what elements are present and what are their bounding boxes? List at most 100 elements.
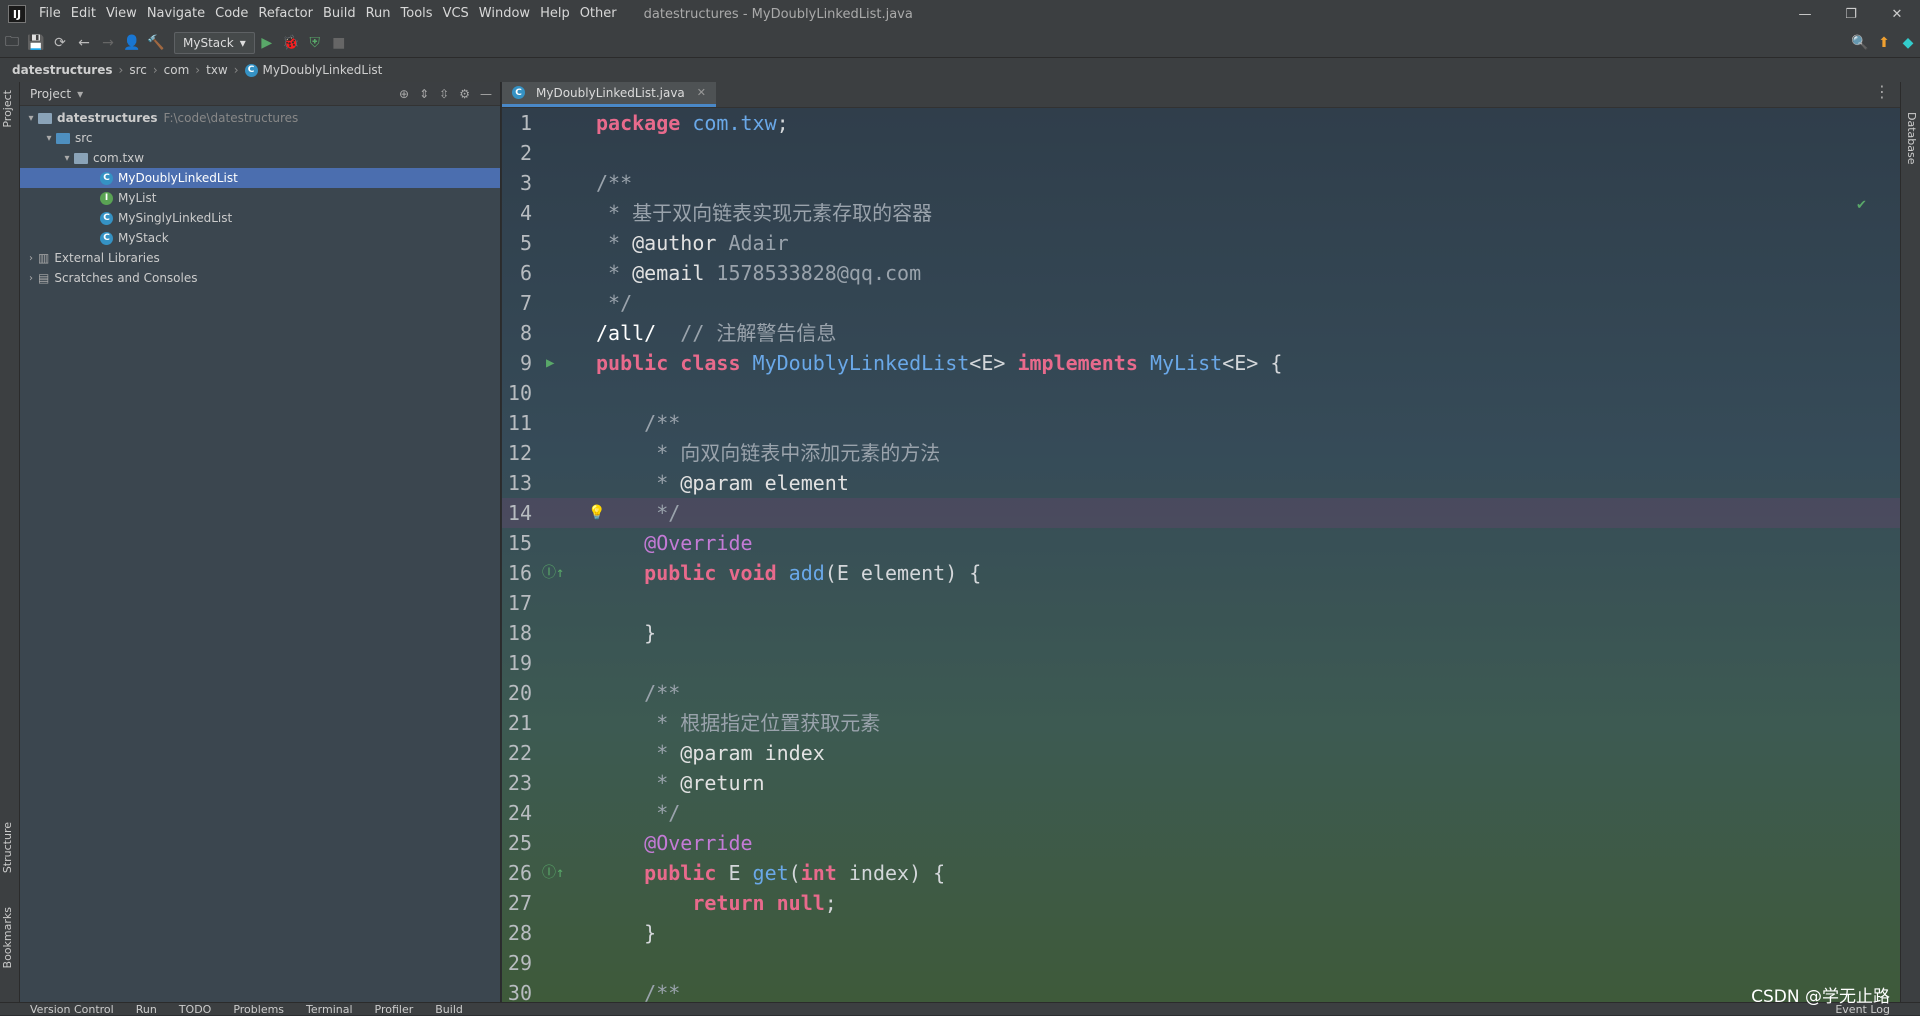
update-icon[interactable]: ⬆	[1872, 31, 1896, 55]
code-line: * @return	[596, 771, 765, 795]
tool-problems[interactable]: Problems	[233, 1003, 284, 1016]
menu-build[interactable]: Build	[318, 0, 361, 28]
code-line: /**	[596, 411, 681, 435]
user-icon[interactable]: 👤	[120, 31, 144, 55]
run-gutter-icon[interactable]: ▶	[546, 348, 554, 378]
line-number: 21	[507, 711, 532, 735]
tree-node-root[interactable]: ▾ datestructures F:\code\datestructures	[20, 108, 500, 128]
breadcrumb-src[interactable]: src	[129, 63, 147, 77]
breadcrumb-txw[interactable]: txw	[206, 63, 228, 77]
project-tree: ▾ datestructures F:\code\datestructures …	[20, 106, 500, 288]
tree-root-name: datestructures	[57, 111, 158, 125]
expand-arrow-icon[interactable]: ▾	[42, 133, 56, 144]
tool-build[interactable]: Build	[435, 1003, 463, 1016]
debug-icon[interactable]: 🐞	[279, 31, 303, 55]
line-number: 30	[507, 981, 532, 1002]
breadcrumb: datestructures › src › com › txw › C MyD…	[0, 58, 1920, 82]
line-number: 1	[519, 111, 532, 135]
code-line: */	[596, 291, 633, 315]
tool-version-control[interactable]: Version Control	[30, 1003, 114, 1016]
menu-refactor[interactable]: Refactor	[253, 0, 318, 28]
tree-node-package[interactable]: ▾ com.txw	[20, 148, 500, 168]
tool-tab-database[interactable]: Database	[1905, 112, 1918, 165]
line-number: 24	[507, 801, 532, 825]
tree-node-scratches[interactable]: › ▤ Scratches and Consoles	[20, 268, 500, 288]
expand-arrow-icon[interactable]: ▾	[60, 153, 74, 164]
line-number: 4	[519, 201, 532, 225]
more-icon[interactable]: ⋮	[1874, 82, 1900, 107]
plugin-icon[interactable]: ◆	[1896, 31, 1920, 55]
code-line: return null;	[596, 891, 837, 915]
breadcrumb-com[interactable]: com	[164, 63, 190, 77]
sync-icon[interactable]: ⟳	[48, 31, 72, 55]
gear-icon[interactable]: ⚙	[459, 87, 470, 101]
search-icon[interactable]: 🔍	[1848, 31, 1872, 55]
tree-node-src[interactable]: ▾ src	[20, 128, 500, 148]
hide-icon[interactable]: —	[480, 87, 492, 101]
menu-code[interactable]: Code	[210, 0, 253, 28]
menu-other[interactable]: Other	[575, 0, 622, 28]
editor-tab-mydoublylinkedlist[interactable]: C MyDoublyLinkedList.java ✕	[502, 82, 716, 107]
tool-terminal[interactable]: Terminal	[306, 1003, 353, 1016]
tree-node-external-libraries[interactable]: › ▥ External Libraries	[20, 248, 500, 268]
collapse-all-icon[interactable]: ⇳	[439, 87, 449, 101]
menu-run[interactable]: Run	[361, 0, 396, 28]
locate-icon[interactable]: ⊕	[399, 87, 409, 101]
menu-view[interactable]: View	[101, 0, 142, 28]
tool-tab-project[interactable]: Project	[1, 90, 14, 128]
line-number: 9	[519, 351, 532, 375]
forward-icon[interactable]: →	[96, 31, 120, 55]
tree-root-path: F:\code\datestructures	[163, 111, 299, 125]
main-toolbar: 🗀 💾 ⟳ ← → 👤 🔨 MyStack ▾ ▶ 🐞 ⛨ ■ 🔍 ⬆ ◆	[0, 28, 1920, 58]
menu-window[interactable]: Window	[474, 0, 535, 28]
tree-file-mystack[interactable]: C MyStack	[20, 228, 500, 248]
expand-all-icon[interactable]: ⇕	[419, 87, 429, 101]
code-line: * 基于双向链表实现元素存取的容器	[596, 201, 933, 225]
tree-file-mydoublylinkedlist[interactable]: C MyDoublyLinkedList	[20, 168, 500, 188]
expand-arrow-icon[interactable]: ›	[24, 253, 38, 264]
code-line: * 根据指定位置获取元素	[596, 711, 881, 735]
run-config-select[interactable]: MyStack ▾	[174, 31, 255, 54]
code-line: /**	[596, 681, 681, 705]
run-icon[interactable]: ▶	[255, 31, 279, 55]
menu-tools[interactable]: Tools	[396, 0, 438, 28]
open-folder-icon[interactable]: 🗀	[0, 31, 24, 55]
line-number: 17	[507, 591, 532, 615]
tool-run[interactable]: Run	[136, 1003, 157, 1016]
coverage-icon[interactable]: ⛨	[303, 31, 327, 55]
project-view-selector[interactable]: Project	[30, 87, 71, 101]
close-icon[interactable]: ✕	[1874, 0, 1920, 28]
menu-file[interactable]: File	[34, 0, 66, 28]
close-tab-icon[interactable]: ✕	[697, 86, 706, 99]
code-line: /**	[596, 981, 681, 1002]
code-line: @Override	[596, 531, 753, 555]
breadcrumb-project[interactable]: datestructures	[12, 63, 113, 77]
code-area[interactable]: 1 package com.txw; 2 3 /** 4 * 基于双向链表实现元素存…	[502, 108, 1900, 1002]
hammer-icon[interactable]: 🔨	[144, 31, 168, 55]
tool-tab-bookmarks[interactable]: Bookmarks	[1, 907, 14, 968]
package-icon	[74, 152, 88, 164]
save-icon[interactable]: 💾	[24, 31, 48, 55]
tool-profiler[interactable]: Profiler	[375, 1003, 414, 1016]
breadcrumb-file[interactable]: MyDoublyLinkedList	[263, 63, 383, 77]
minimize-icon[interactable]: —	[1782, 0, 1828, 28]
library-icon: ▥	[38, 251, 50, 265]
menu-help[interactable]: Help	[535, 0, 575, 28]
tree-file-mylist[interactable]: I MyList	[20, 188, 500, 208]
chevron-down-icon[interactable]: ▾	[77, 87, 83, 101]
line-number: 23	[507, 771, 532, 795]
back-icon[interactable]: ←	[72, 31, 96, 55]
expand-arrow-icon[interactable]: ▾	[24, 113, 38, 124]
tool-tab-structure[interactable]: Structure	[1, 822, 14, 873]
menu-navigate[interactable]: Navigate	[142, 0, 210, 28]
tree-file-mysinglylinkedlist[interactable]: C MySinglyLinkedList	[20, 208, 500, 228]
code-line: * @param index	[596, 741, 825, 765]
menu-vcs[interactable]: VCS	[438, 0, 474, 28]
implements-method-icon[interactable]: Ⓘ↑	[542, 858, 564, 888]
restore-icon[interactable]: ❐	[1828, 0, 1874, 28]
implements-method-icon[interactable]: Ⓘ↑	[542, 558, 564, 588]
menu-edit[interactable]: Edit	[66, 0, 101, 28]
expand-arrow-icon[interactable]: ›	[24, 273, 38, 284]
stop-icon[interactable]: ■	[327, 31, 351, 55]
tool-todo[interactable]: TODO	[179, 1003, 212, 1016]
